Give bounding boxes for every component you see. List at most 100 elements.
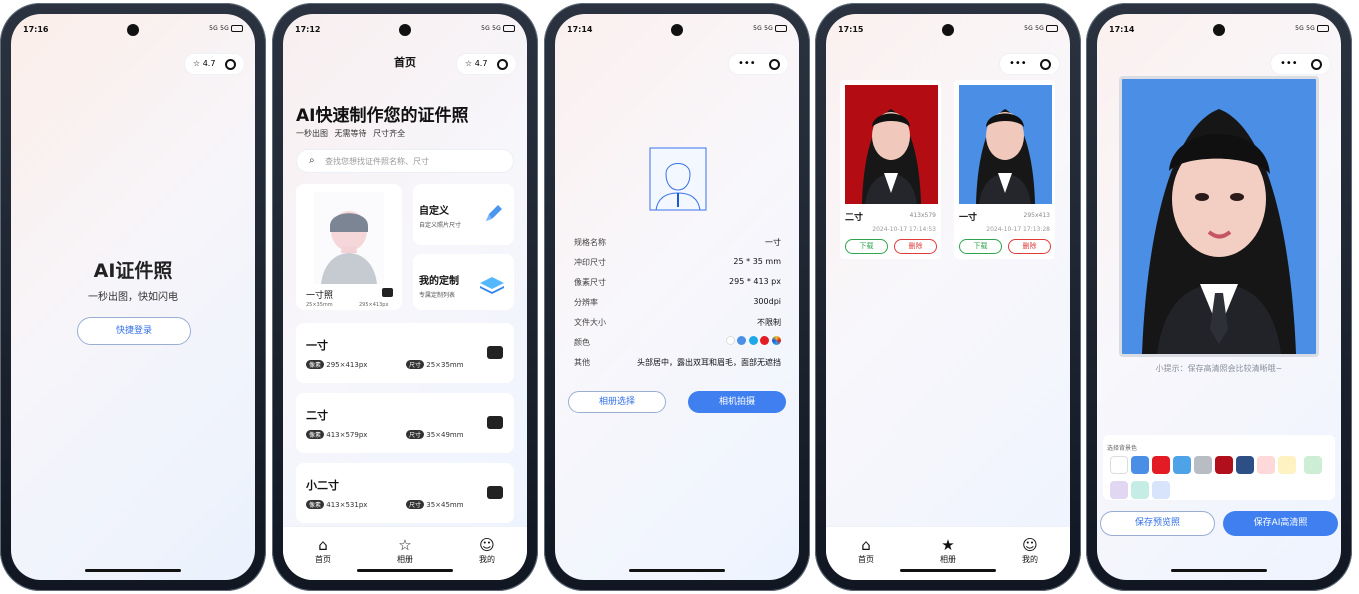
delete-button[interactable]: 删除 <box>1008 239 1051 254</box>
album-select-button[interactable]: 相册选择 <box>568 391 666 413</box>
color-swatch[interactable] <box>1131 456 1149 474</box>
color-swatch[interactable] <box>1304 456 1323 474</box>
pixel-value: 413×531px <box>326 501 368 509</box>
camera-capture-button[interactable]: 相机拍摄 <box>688 391 786 413</box>
photo-size: 413x579 <box>909 212 936 219</box>
status-icons: 5G 5G <box>1024 25 1058 32</box>
save-hd-button[interactable]: 保存AI高清照 <box>1223 511 1338 536</box>
color-swatch[interactable] <box>1110 481 1128 499</box>
spec-value: 不限制 <box>757 318 781 327</box>
camera-icon[interactable] <box>487 486 503 499</box>
size-item-title: 小二寸 <box>306 479 339 492</box>
camera-icon[interactable] <box>487 346 503 359</box>
mini-program-capsule[interactable]: ☆ 4.7 <box>184 53 245 75</box>
delete-button[interactable]: 删除 <box>894 239 937 254</box>
status-icons: 5G 5G <box>481 25 515 32</box>
size-list-item[interactable]: 二寸 像素 413×579px 尺寸 35×49mm <box>296 393 514 453</box>
tab-album-label: 相册 <box>940 555 956 564</box>
front-camera <box>1213 24 1225 36</box>
status-bar: 17:14 5G 5G <box>1097 14 1341 42</box>
size-info: 尺寸 35×49mm <box>406 430 464 439</box>
hero-tag: 一秒出图 <box>296 129 328 138</box>
background-color-swatches <box>1110 455 1332 505</box>
photo-size: 295x413 <box>1023 212 1050 219</box>
portrait-photo <box>862 109 921 204</box>
color-swatch[interactable] <box>1152 456 1170 474</box>
phone-2: 17:12 5G 5G 首页 ☆ 4.7 AI快速制作您的证件照 一秒出图 无需… <box>272 3 538 591</box>
status-icons: 5G 5G <box>1295 25 1329 32</box>
target-icon[interactable] <box>497 59 508 70</box>
hero-tag: 无需等待 <box>334 129 367 138</box>
search-input[interactable]: 查找您想找证件照名称、尺寸 <box>325 156 429 167</box>
spec-label: 颜色 <box>574 338 590 347</box>
color-swatch[interactable] <box>1278 456 1296 474</box>
home-indicator <box>85 569 181 572</box>
tab-mine[interactable]: ☺ 我的 <box>457 536 517 565</box>
color-swatch[interactable] <box>1194 456 1212 474</box>
custom-card[interactable]: 自定义 自定义照片尺寸 <box>413 184 514 245</box>
tab-album[interactable]: ☆ 相册 <box>375 536 435 565</box>
quick-login-button[interactable]: 快捷登录 <box>77 317 191 345</box>
color-swatch[interactable] <box>1131 481 1149 499</box>
tab-mine[interactable]: ☺ 我的 <box>1000 536 1060 565</box>
tab-mine-label: 我的 <box>479 555 495 564</box>
download-button[interactable]: 下载 <box>959 239 1002 254</box>
target-icon[interactable] <box>769 59 780 70</box>
photo-card[interactable]: 一寸 295x413 2024-10-17 17:13:28 下载 删除 <box>954 80 1055 259</box>
my-custom-card-title: 我的定制 <box>419 276 459 287</box>
save-tip: 小提示：保存高清照会比较清晰哦~ <box>1155 364 1283 373</box>
login-screen: 17:16 5G 5G ☆ 4.7 AI证件照 一秒出图，快如闪电 快捷登录 <box>11 14 255 580</box>
signal-text: 5G 5G <box>1295 25 1315 32</box>
save-preview-button[interactable]: 保存预览照 <box>1100 511 1215 536</box>
size-list-item[interactable]: 一寸 像素 295×413px 尺寸 25×35mm <box>296 323 514 383</box>
mini-program-capsule[interactable]: ••• <box>728 53 789 75</box>
target-icon[interactable] <box>1040 59 1051 70</box>
download-button[interactable]: 下载 <box>845 239 888 254</box>
more-icon[interactable]: ••• <box>738 58 756 69</box>
search-bar[interactable]: ⌕ 查找您想找证件照名称、尺寸 <box>296 149 514 173</box>
size-list-item[interactable]: 小二寸 像素 413×531px 尺寸 35×45mm <box>296 463 514 523</box>
more-icon[interactable]: ••• <box>1280 58 1298 69</box>
tab-home-label: 首页 <box>858 555 874 564</box>
color-swatch[interactable] <box>1257 456 1275 474</box>
mini-program-capsule[interactable]: ☆ 4.7 <box>456 53 517 75</box>
mini-program-capsule[interactable]: ••• <box>1270 53 1331 75</box>
photo-preview[interactable] <box>1119 76 1319 357</box>
status-icons: 5G 5G <box>753 25 787 32</box>
camera-icon[interactable] <box>487 416 503 429</box>
tab-album[interactable]: ★ 相册 <box>918 536 978 565</box>
phone-3: 17:14 5G 5G ••• 规格名称 一寸 冲印尺寸 25 * 35 mm … <box>544 3 810 591</box>
pixel-badge: 像素 <box>306 430 325 439</box>
background-color-panel: 选择背景色 <box>1103 435 1335 500</box>
color-swatch[interactable] <box>1215 456 1233 474</box>
tab-home[interactable]: ⌂ 首页 <box>293 536 353 565</box>
my-custom-card[interactable]: 我的定制 专属定制列表 <box>413 254 514 310</box>
color-swatch[interactable] <box>1110 456 1128 474</box>
front-camera <box>127 24 139 36</box>
pixel-value: 295×413px <box>326 361 368 369</box>
color-swatch[interactable] <box>1236 456 1254 474</box>
smile-icon: ☺ <box>479 536 495 554</box>
signal-text: 5G 5G <box>753 25 773 32</box>
target-icon[interactable] <box>1311 59 1322 70</box>
size-badge: 尺寸 <box>406 500 425 509</box>
camera-icon[interactable] <box>382 288 393 297</box>
my-custom-card-subtitle: 专属定制列表 <box>419 292 456 299</box>
target-icon[interactable] <box>225 59 236 70</box>
status-time: 17:12 <box>295 25 321 34</box>
pixel-info: 像素 295×413px <box>306 360 367 369</box>
photo-thumbnail[interactable] <box>959 85 1052 204</box>
tab-home[interactable]: ⌂ 首页 <box>836 536 896 565</box>
more-icon[interactable]: ••• <box>1009 58 1027 69</box>
battery-icon <box>1046 25 1058 32</box>
home-indicator <box>1171 569 1267 572</box>
one-inch-card[interactable]: 一寸照 25×35mm 295×413px <box>296 184 402 310</box>
photo-card[interactable]: 二寸 413x579 2024-10-17 17:14:53 下载 删除 <box>840 80 941 259</box>
mini-program-capsule[interactable]: ••• <box>999 53 1060 75</box>
hero-title: AI快速制作您的证件照 <box>296 106 469 126</box>
phone-5: 17:14 5G 5G ••• 小提示：保存高清照会比较清晰哦~ 选择背景色 保… <box>1086 3 1352 591</box>
color-swatch[interactable] <box>1152 481 1170 499</box>
pencil-icon <box>486 205 502 221</box>
color-swatch[interactable] <box>1173 456 1191 474</box>
photo-thumbnail[interactable] <box>845 85 938 204</box>
